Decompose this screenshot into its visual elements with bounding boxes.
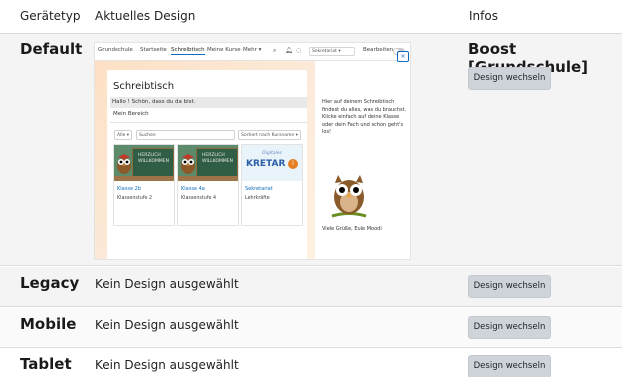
device-name: Legacy [20, 274, 80, 292]
preview-navbar: Grundschule Startseite Schreibtisch Mein… [95, 43, 410, 61]
preview-greeting: Hallo ! Schön, dass du da bist. [110, 97, 307, 108]
board-text: HERZLICH WILLKOMMEN [138, 153, 170, 164]
preview-drawer-text: Hier auf deinem Schreibtisch findest du … [322, 99, 407, 135]
info-icon: i [288, 159, 298, 169]
preview-nav-item: Meine Kurse [207, 47, 241, 53]
course-image: HERZLICH WILLKOMMEN [178, 145, 238, 181]
no-design-text: Kein Design ausgewählt [95, 318, 239, 332]
course-name: Klasse 4a [181, 186, 205, 192]
owl-icon [117, 154, 131, 174]
preview-signature: Viele Grüße, Eule Moodi [322, 226, 382, 232]
course-image: Digitales KRETAR i [242, 145, 302, 181]
change-theme-button-tablet[interactable]: Design wechseln [468, 355, 551, 377]
divider [110, 122, 307, 123]
preview-nav-item-active: Schreibtisch [171, 47, 205, 55]
chat-icon: ◌ [296, 47, 302, 54]
preview-filter-all: Alle ▾ [114, 130, 132, 140]
device-name: Default [20, 40, 83, 58]
table-row-tablet: Tablet Kein Design ausgewählt Design wec… [0, 349, 622, 377]
preview-section-label: Mein Bereich [113, 111, 149, 117]
course-category: Lehrkräfte [245, 196, 270, 201]
course-name: Sekretariat [245, 186, 273, 192]
preview-course-card: HERZLICH WILLKOMMEN Klasse 2b Klassenstu… [113, 144, 175, 226]
no-design-text: Kein Design ausgewählt [95, 277, 239, 291]
device-name: Tablet [20, 355, 72, 373]
course-image: HERZLICH WILLKOMMEN [114, 145, 174, 181]
col-design-header: Aktuelles Design [95, 9, 196, 23]
board-text: HERZLICH WILLKOMMEN [202, 153, 234, 164]
preview-filter-search: Suchen [136, 130, 235, 140]
bell-icon: 🔔︎ [285, 47, 293, 54]
preview-nav-item: Startseite [140, 47, 167, 53]
banner-main-text: KRETAR [246, 159, 286, 169]
preview-user-menu: Sekretariat ▾ [309, 47, 355, 56]
owl-mascot-icon [331, 175, 367, 218]
change-theme-button-default[interactable]: Design wechseln [468, 67, 551, 90]
no-design-text: Kein Design ausgewählt [95, 358, 239, 372]
preview-course-card: Digitales KRETAR i Sekretariat Lehrkräft… [241, 144, 303, 226]
theme-preview[interactable]: Grundschule Startseite Schreibtisch Mein… [94, 42, 411, 260]
close-icon: × [397, 51, 409, 62]
change-theme-button-mobile[interactable]: Design wechseln [468, 316, 551, 339]
banner-top-text: Digitales [262, 151, 282, 156]
preview-nav-item: Grundschule [98, 47, 133, 53]
course-category: Klassenstufe 2 [117, 196, 153, 201]
preview-course-card: HERZLICH WILLKOMMEN Klasse 4a Klassenstu… [177, 144, 239, 226]
search-icon: ⌕ [273, 47, 277, 54]
col-device-header: Gerätetyp [20, 9, 81, 23]
table-row-legacy: Legacy Kein Design ausgewählt Design wec… [0, 267, 622, 307]
preview-edit-label: Bearbeiten [363, 47, 394, 53]
change-theme-button-legacy[interactable]: Design wechseln [468, 275, 551, 298]
course-category: Klassenstufe 4 [181, 196, 217, 201]
col-info-header: Infos [469, 9, 498, 23]
table-row-mobile: Mobile Kein Design ausgewählt Design wec… [0, 308, 622, 348]
device-name: Mobile [20, 315, 77, 333]
course-name: Klasse 2b [117, 186, 141, 192]
preview-title: Schreibtisch [113, 81, 175, 92]
owl-icon [181, 154, 195, 174]
table-header: Gerätetyp Aktuelles Design Infos [0, 0, 622, 34]
preview-nav-item: Mehr ▾ [243, 47, 262, 53]
table-row-default: Default Grundschule Startseite Schreibti… [0, 34, 622, 266]
preview-filter-sort: Sortiert nach Kursname ▾ [238, 130, 301, 140]
